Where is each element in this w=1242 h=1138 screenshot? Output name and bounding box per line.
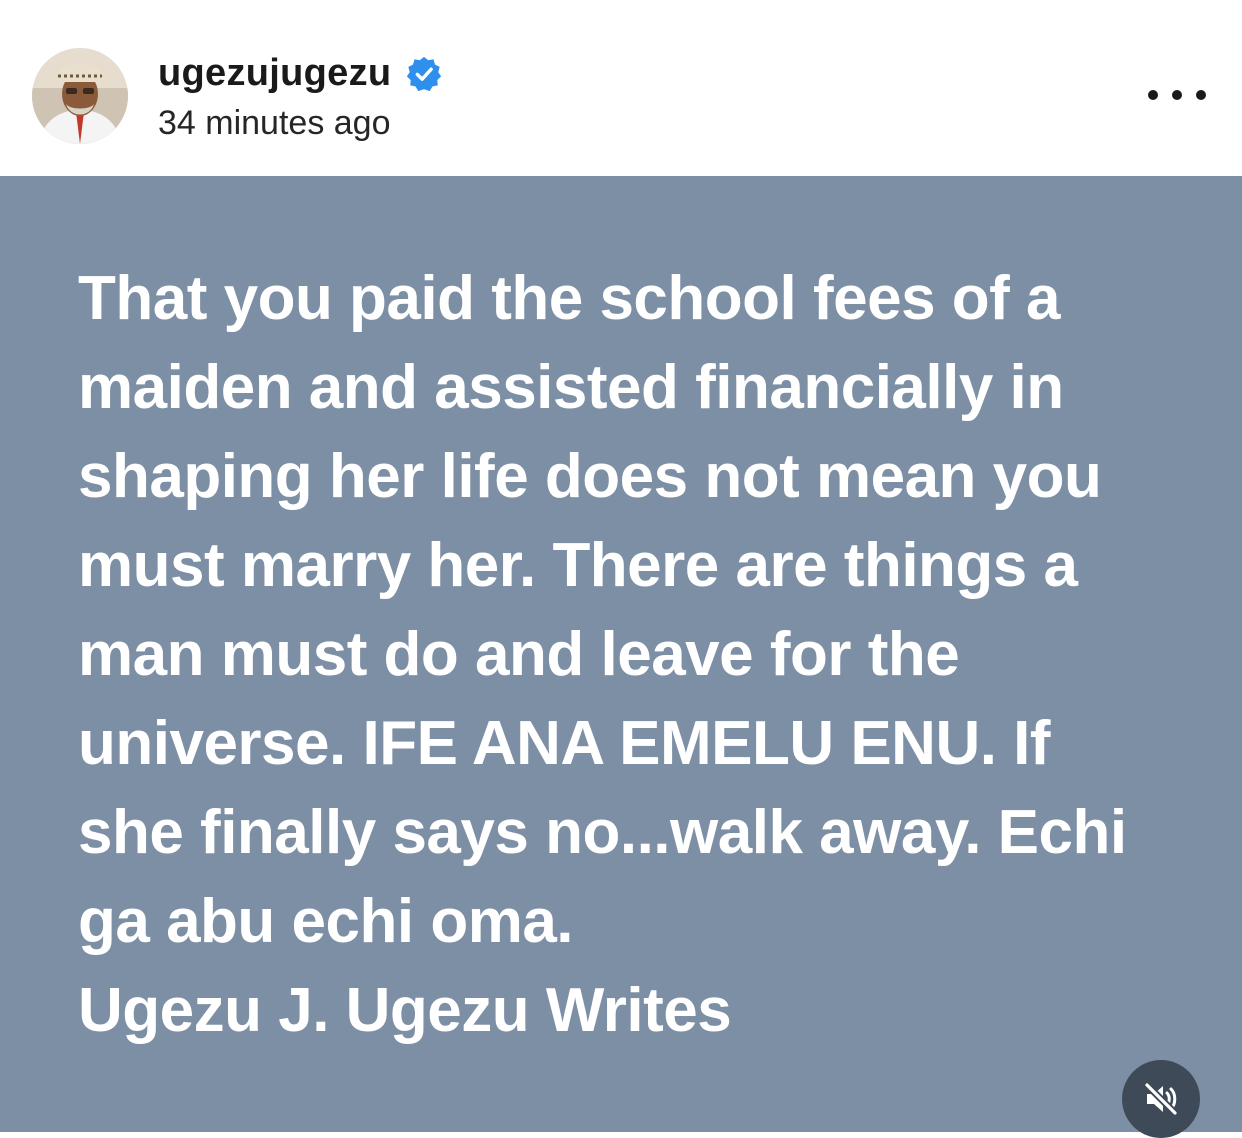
more-options-button[interactable]: [1148, 78, 1206, 112]
username[interactable]: ugezujugezu: [158, 52, 391, 95]
avatar-photo: [32, 48, 128, 144]
post-caption-text: That you paid the school fees of a maide…: [78, 264, 1127, 1045]
more-horizontal-icon: [1148, 90, 1158, 100]
username-row: ugezujugezu: [158, 52, 443, 95]
mute-toggle-button[interactable]: [1122, 1060, 1200, 1138]
more-dot: [1172, 90, 1182, 100]
post-timestamp: 34 minutes ago: [158, 104, 391, 142]
more-dot: [1196, 90, 1206, 100]
post-header: ugezujugezu 34 minutes ago: [0, 0, 1242, 176]
avatar[interactable]: [32, 48, 128, 144]
speaker-muted-icon: [1143, 1081, 1179, 1117]
verified-badge-icon: [407, 56, 442, 91]
post-media[interactable]: That you paid the school fees of a maide…: [0, 176, 1242, 1138]
